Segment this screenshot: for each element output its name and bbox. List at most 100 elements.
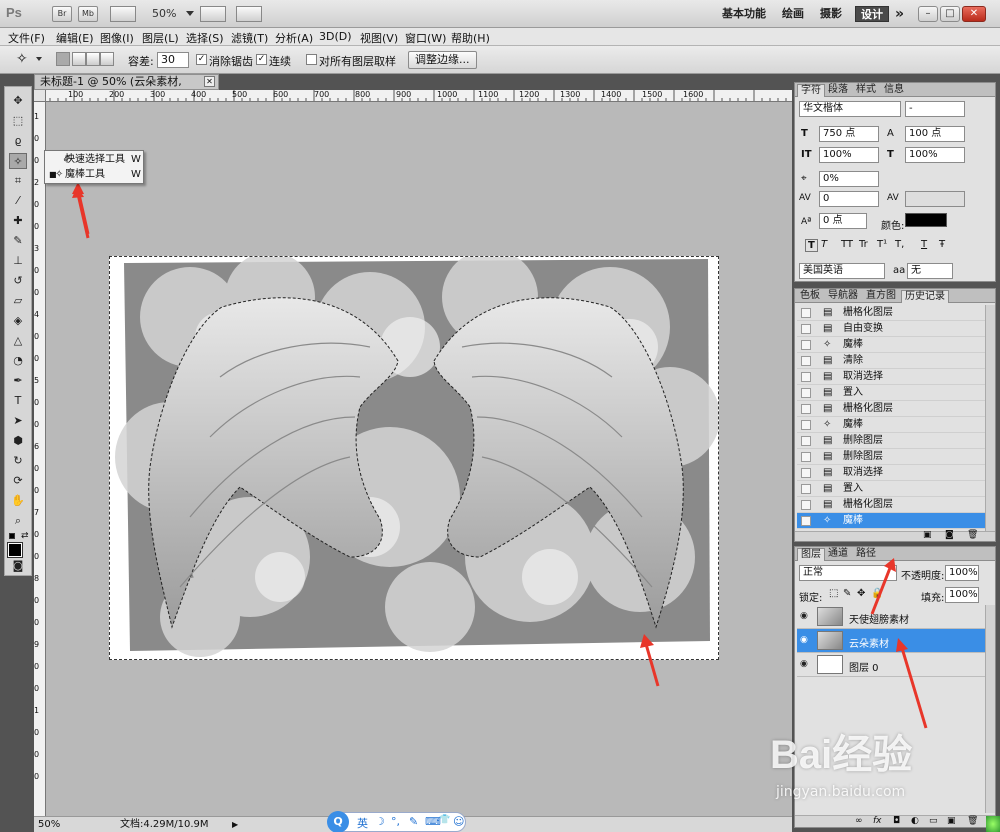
- history-state-row[interactable]: ▤ 取消选择: [797, 369, 985, 385]
- quick-selection-tool-item[interactable]: ✐ 快速选择工具 W: [49, 152, 141, 167]
- mini-bridge-button[interactable]: Mb: [78, 6, 98, 22]
- new-document-from-state-icon[interactable]: ▣: [923, 530, 932, 540]
- delete-state-icon[interactable]: 🗑: [967, 530, 978, 540]
- subscript-button[interactable]: T,: [895, 239, 904, 250]
- contiguous-checkbox[interactable]: ✓: [256, 54, 267, 65]
- tab-navigator[interactable]: 导航器: [825, 290, 861, 303]
- taskbar-tray-icon[interactable]: [986, 816, 1000, 832]
- history-state-row[interactable]: ✧ 魔棒: [797, 417, 985, 433]
- add-to-selection-button[interactable]: [72, 52, 86, 66]
- history-state-row[interactable]: ▤ 取消选择: [797, 465, 985, 481]
- lasso-tool-icon[interactable]: ϱ: [9, 133, 27, 149]
- menu-window[interactable]: 窗口(W): [405, 30, 446, 46]
- tool-preset-chevron-icon[interactable]: [36, 57, 42, 61]
- path-selection-icon[interactable]: ➤: [9, 413, 27, 429]
- dodge-tool-icon[interactable]: ◔: [9, 353, 27, 369]
- status-zoom[interactable]: 50%: [38, 817, 60, 832]
- opacity-input[interactable]: 100%: [945, 565, 979, 581]
- stamp-tool-icon[interactable]: ⊥: [9, 253, 27, 269]
- more-workspaces-button[interactable]: »: [895, 6, 904, 22]
- tab-history[interactable]: 历史记录: [901, 290, 949, 303]
- magic-wand-tool-icon[interactable]: ✧: [9, 153, 27, 169]
- delete-layer-icon[interactable]: 🗑: [967, 816, 978, 826]
- ruler-origin[interactable]: [34, 90, 46, 102]
- menu-analysis[interactable]: 分析(A): [275, 30, 313, 46]
- canvas-area[interactable]: [46, 102, 792, 816]
- history-source-checkbox[interactable]: [801, 356, 811, 366]
- refine-edge-button[interactable]: 调整边缘...: [408, 51, 477, 69]
- vertical-scale-input[interactable]: 100%: [819, 147, 879, 163]
- all-caps-button[interactable]: TT: [841, 239, 853, 250]
- tab-histogram[interactable]: 直方图: [863, 290, 899, 303]
- brush-tool-icon[interactable]: ✎: [9, 233, 27, 249]
- horizontal-scale-input[interactable]: 100%: [905, 147, 965, 163]
- menu-help[interactable]: 帮助(H): [451, 30, 490, 46]
- minimize-button[interactable]: –: [918, 6, 938, 22]
- zoom-level-select[interactable]: 50%: [152, 7, 176, 20]
- move-tool-icon[interactable]: ✥: [9, 93, 27, 109]
- superscript-button[interactable]: T¹: [877, 239, 887, 250]
- history-source-checkbox[interactable]: [801, 516, 811, 526]
- maximize-button[interactable]: □: [940, 6, 960, 22]
- marquee-tool-icon[interactable]: ⬚: [9, 113, 27, 129]
- workspace-design[interactable]: 设计: [855, 6, 889, 22]
- history-source-checkbox[interactable]: [801, 468, 811, 478]
- history-source-checkbox[interactable]: [801, 452, 811, 462]
- workspace-essentials[interactable]: 基本功能: [722, 6, 766, 22]
- font-family-select[interactable]: 华文楷体: [799, 101, 901, 117]
- ime-punctuation-icon[interactable]: °,: [391, 815, 400, 828]
- layer-visibility-eye-icon[interactable]: ◉: [800, 635, 808, 645]
- font-size-input[interactable]: 750 点: [819, 126, 879, 142]
- tolerance-input[interactable]: 30: [157, 52, 189, 68]
- healing-brush-icon[interactable]: ✚: [9, 213, 27, 229]
- 3d-orbit-icon[interactable]: ⟳: [9, 473, 27, 489]
- history-state-row[interactable]: ▤ 自由变换: [797, 321, 985, 337]
- tsume-input[interactable]: 0%: [819, 171, 879, 187]
- layer-visibility-eye-icon[interactable]: ◉: [800, 611, 808, 621]
- history-source-checkbox[interactable]: [801, 308, 811, 318]
- faux-italic-button[interactable]: T: [821, 239, 827, 250]
- tracking-input[interactable]: [905, 191, 965, 207]
- small-caps-button[interactable]: Tr: [859, 239, 868, 250]
- lock-image-icon[interactable]: ✎: [843, 588, 851, 599]
- new-selection-button[interactable]: [56, 52, 70, 66]
- menu-3d[interactable]: 3D(D): [319, 30, 352, 43]
- magic-wand-tool-item[interactable]: ■ ✧ 魔棒工具 W: [49, 167, 141, 182]
- language-select[interactable]: 美国英语: [799, 263, 885, 279]
- type-tool-icon[interactable]: T: [9, 393, 27, 409]
- bridge-button[interactable]: Br: [52, 6, 72, 22]
- menu-file[interactable]: 文件(F): [8, 30, 45, 46]
- faux-bold-button[interactable]: T: [805, 239, 818, 252]
- arrange-documents-button[interactable]: [200, 6, 226, 22]
- eraser-tool-icon[interactable]: ▱: [9, 293, 27, 309]
- history-source-checkbox[interactable]: [801, 484, 811, 494]
- ime-handwrite-icon[interactable]: ✎: [409, 815, 418, 828]
- tab-styles[interactable]: 样式: [853, 84, 879, 97]
- shape-tool-icon[interactable]: ⬢: [9, 433, 27, 449]
- crop-tool-icon[interactable]: ⌗: [9, 173, 27, 189]
- status-menu-arrow-icon[interactable]: ▶: [232, 817, 238, 832]
- subtract-from-selection-button[interactable]: [86, 52, 100, 66]
- strikethrough-button[interactable]: Ŧ: [939, 239, 945, 250]
- document-tab[interactable]: 未标题-1 @ 50% (云朵素材, RGB/8) * ✕: [34, 74, 219, 102]
- 3d-rotate-icon[interactable]: ↻: [9, 453, 27, 469]
- history-state-row[interactable]: ▤ 栅格化图层: [797, 401, 985, 417]
- swap-colors-icon[interactable]: ⇄: [21, 531, 29, 541]
- tab-swatches[interactable]: 色板: [797, 290, 823, 303]
- tab-character[interactable]: 字符: [797, 84, 825, 97]
- text-color-swatch[interactable]: [905, 213, 947, 227]
- quick-mask-icon[interactable]: ◙: [9, 559, 27, 573]
- default-colors-icon[interactable]: [9, 533, 15, 539]
- lock-transparent-icon[interactable]: ⬚: [829, 588, 838, 599]
- history-state-row[interactable]: ▤ 栅格化图层: [797, 305, 985, 321]
- ime-halfwidth-icon[interactable]: ☽: [375, 815, 385, 828]
- menu-edit[interactable]: 编辑(E): [56, 30, 94, 46]
- tab-layers[interactable]: 图层: [797, 548, 825, 561]
- menu-select[interactable]: 选择(S): [186, 30, 224, 46]
- history-source-checkbox[interactable]: [801, 420, 811, 430]
- foreground-color-swatch[interactable]: [7, 542, 23, 558]
- leading-input[interactable]: 100 点: [905, 126, 965, 142]
- antialias-checkbox[interactable]: ✓: [196, 54, 207, 65]
- intersect-selection-button[interactable]: [100, 52, 114, 66]
- zoom-tool-icon[interactable]: ⌕: [9, 513, 27, 529]
